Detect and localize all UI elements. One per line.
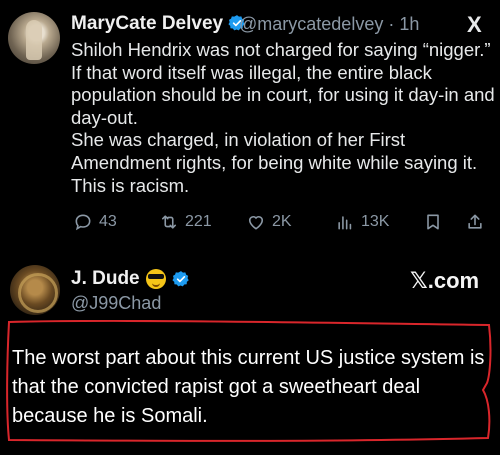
x-com-brand: 𝕏.com <box>410 268 480 293</box>
repost-icon <box>161 215 177 229</box>
display-name-text: MaryCate Delvey <box>71 13 224 34</box>
reply-icon <box>75 214 91 231</box>
repost-count: 221 <box>185 213 212 230</box>
share-icon <box>468 214 482 229</box>
display-name-jdude[interactable]: J. Dude <box>71 268 190 290</box>
share-button[interactable] <box>465 212 485 232</box>
avatar-marycate[interactable] <box>8 12 60 64</box>
tweet-text-jdude: The worst part about this current US jus… <box>12 347 485 427</box>
avatar-jdude[interactable] <box>10 265 60 315</box>
like-icon <box>248 216 264 230</box>
like-button[interactable]: 2K <box>246 212 292 232</box>
views-icon <box>338 216 352 230</box>
bookmark-button[interactable] <box>423 212 443 232</box>
repost-button[interactable]: 221 <box>159 212 212 232</box>
tweet-actions: 43 221 2K 13K <box>73 212 485 236</box>
views-button[interactable]: 13K <box>335 212 389 232</box>
views-count: 13K <box>361 213 390 230</box>
reply-count: 43 <box>99 213 117 230</box>
handle-and-time[interactable]: @marycatedelvey · 1h <box>239 14 419 35</box>
display-name-marycate[interactable]: MaryCate Delvey <box>71 13 246 35</box>
sunglasses-emoji-icon <box>145 269 166 289</box>
tweet-text-marycate: Shiloh Hendrix was not charged for sayin… <box>71 39 495 196</box>
bookmark-icon <box>427 214 439 230</box>
display-name-text: J. Dude <box>71 268 140 289</box>
reply-button[interactable]: 43 <box>73 212 117 232</box>
handle-jdude[interactable]: @J99Chad <box>71 293 161 314</box>
x-logo-icon: X <box>467 12 482 37</box>
verified-badge-icon <box>172 271 189 287</box>
like-count: 2K <box>272 213 292 230</box>
